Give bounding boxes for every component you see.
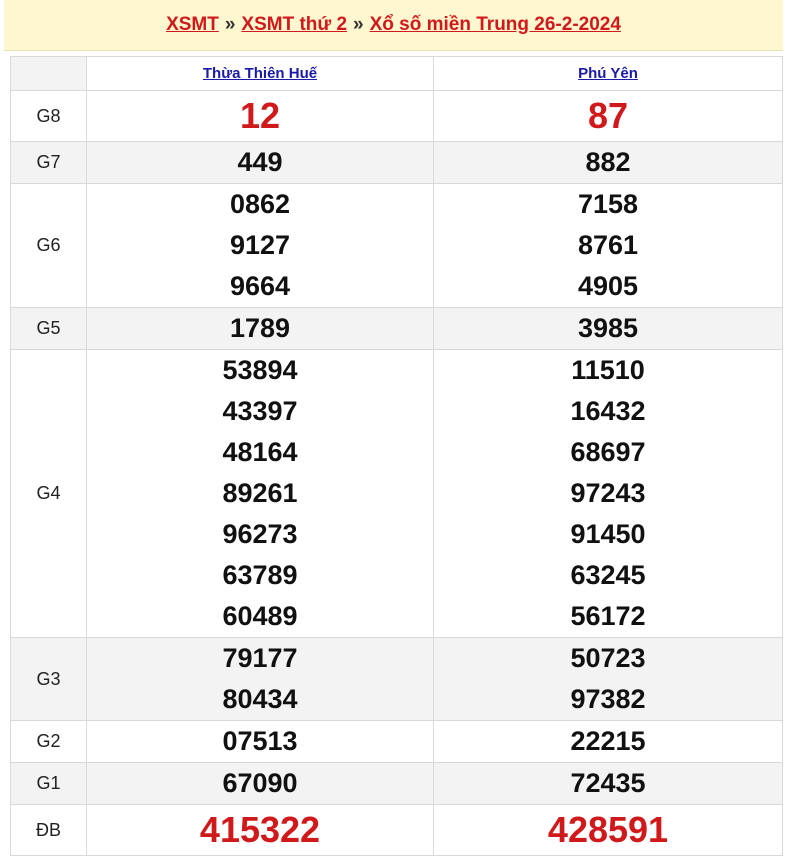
breadcrumb: XSMT » XSMT thứ 2 » Xổ số miền Trung 26-… xyxy=(4,0,783,51)
prize-cell: 0862 9127 9664 xyxy=(86,183,434,308)
prize-number: 0862 xyxy=(229,189,291,219)
prize-label: G4 xyxy=(10,349,87,638)
province-header: Phú Yên xyxy=(433,56,783,91)
prize-cell: 428591 xyxy=(433,804,783,856)
prize-number: 53894 xyxy=(222,355,298,385)
prize-number: 415322 xyxy=(199,809,321,850)
prize-cell: 50723 97382 xyxy=(433,637,783,721)
prize-row: G5 1789 3985 xyxy=(10,307,783,350)
prize-cell: 1789 xyxy=(86,307,434,350)
prize-label: G3 xyxy=(10,637,87,721)
prize-number: 80434 xyxy=(222,684,298,714)
prize-label: G5 xyxy=(10,307,87,350)
prize-label: G1 xyxy=(10,762,87,805)
table-corner-cell xyxy=(10,56,87,91)
prize-number: 97243 xyxy=(570,478,646,508)
prize-number: 11510 xyxy=(571,355,645,385)
prize-number: 16432 xyxy=(570,396,646,426)
prize-number: 9664 xyxy=(229,271,291,301)
prize-number: 12 xyxy=(239,95,281,136)
prize-cell: 87 xyxy=(433,90,783,142)
prize-number: 48164 xyxy=(222,437,298,467)
province-link-thua-thien-hue[interactable]: Thừa Thiên Huế xyxy=(203,65,317,82)
prize-label: G2 xyxy=(10,720,87,763)
prize-number: 96273 xyxy=(222,519,298,549)
prize-number: 68697 xyxy=(570,437,646,467)
prize-label: G6 xyxy=(10,183,87,308)
prize-cell: 449 xyxy=(86,141,434,184)
prize-row: G8 12 87 xyxy=(10,90,783,142)
prize-row: G6 0862 9127 9664 7158 8761 4905 xyxy=(10,183,783,308)
prize-number: 91450 xyxy=(570,519,646,549)
prize-number: 07513 xyxy=(222,726,298,756)
prize-row: G1 67090 72435 xyxy=(10,762,783,805)
prize-cell: 7158 8761 4905 xyxy=(433,183,783,308)
prize-number: 63245 xyxy=(570,560,646,590)
prize-number: 1789 xyxy=(229,313,291,343)
breadcrumb-link-xsmt-thu-2[interactable]: XSMT thứ 2 xyxy=(241,14,347,36)
breadcrumb-link-xsmt[interactable]: XSMT xyxy=(166,14,219,36)
prize-number: 3985 xyxy=(577,313,639,343)
prize-number: 63789 xyxy=(222,560,298,590)
breadcrumb-separator: » xyxy=(353,14,364,35)
prize-cell: 53894 43397 48164 89261 96273 63789 60489 xyxy=(86,349,434,638)
prize-number: 56172 xyxy=(570,601,646,631)
prize-cell: 12 xyxy=(86,90,434,142)
prize-cell: 79177 80434 xyxy=(86,637,434,721)
prize-cell: 22215 xyxy=(433,720,783,763)
breadcrumb-link-xo-so-mien-trung[interactable]: Xổ số miền Trung 26-2-2024 xyxy=(370,14,621,36)
prize-cell: 3985 xyxy=(433,307,783,350)
prize-number: 87 xyxy=(587,95,629,136)
prize-number: 4905 xyxy=(577,271,639,301)
prize-number: 60489 xyxy=(222,601,298,631)
prize-number: 67090 xyxy=(222,768,298,798)
province-link-phu-yen[interactable]: Phú Yên xyxy=(578,65,638,82)
prize-cell: 11510 16432 68697 97243 91450 63245 56172 xyxy=(433,349,783,638)
prize-rows: G8 12 87 G7 449 882 G6 0862 9127 9664 7158 8761 4905… xyxy=(10,90,783,856)
prize-cell: 72435 xyxy=(433,762,783,805)
prize-row: G4 53894 43397 48164 89261 96273 63789 60489 115… xyxy=(10,349,783,638)
prize-cell: 67090 xyxy=(86,762,434,805)
results-table: Thừa Thiên Huế Phú Yên G8 12 87 G7 449 882 G6 0… xyxy=(10,56,783,856)
page: XSMT » XSMT thứ 2 » Xổ số miền Trung 26-… xyxy=(0,0,785,862)
prize-number: 882 xyxy=(585,147,631,177)
province-header: Thừa Thiên Huế xyxy=(86,56,434,91)
prize-cell: 07513 xyxy=(86,720,434,763)
prize-number: 449 xyxy=(237,147,283,177)
prize-number: 8761 xyxy=(577,230,639,260)
prize-number: 43397 xyxy=(222,396,298,426)
prize-row: G7 449 882 xyxy=(10,141,783,184)
breadcrumb-separator: » xyxy=(224,14,236,35)
prize-number: 50723 xyxy=(570,643,646,673)
prize-number: 89261 xyxy=(222,478,298,508)
prize-number: 22215 xyxy=(570,726,646,756)
prize-cell: 882 xyxy=(433,141,783,184)
prize-row: G3 79177 80434 50723 97382 xyxy=(10,637,783,721)
prize-number: 72435 xyxy=(570,768,646,798)
prize-number: 97382 xyxy=(570,684,646,714)
prize-number: 7158 xyxy=(577,189,639,219)
prize-label: G8 xyxy=(10,90,87,142)
prize-number: 9127 xyxy=(229,230,291,260)
prize-number: 79177 xyxy=(222,643,298,673)
prize-label: G7 xyxy=(10,141,87,184)
prize-number: 428591 xyxy=(547,809,669,850)
prize-row: ĐB 415322 428591 xyxy=(10,804,783,856)
prize-row: G2 07513 22215 xyxy=(10,720,783,763)
prize-cell: 415322 xyxy=(86,804,434,856)
prize-label: ĐB xyxy=(10,804,87,856)
